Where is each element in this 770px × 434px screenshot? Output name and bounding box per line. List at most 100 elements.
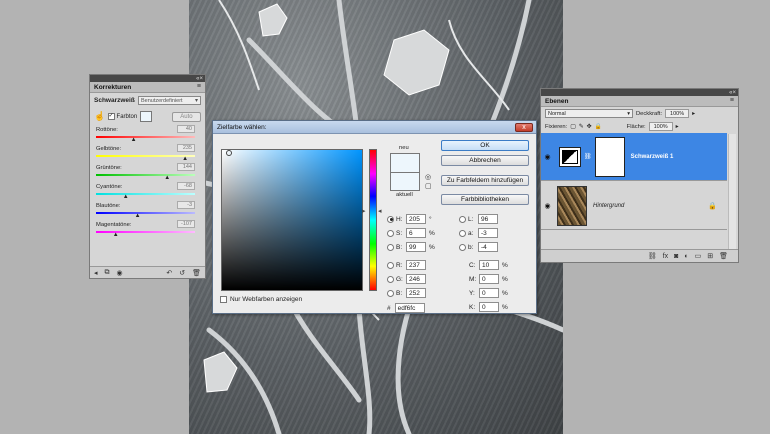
hex-input[interactable]: edf6fc — [394, 303, 425, 313]
blend-mode-select[interactable]: Normal — [545, 109, 633, 118]
color-slider[interactable]: Rottöne: 40 ▲ — [90, 125, 205, 144]
opacity-dropdown-icon[interactable]: ▸ — [692, 110, 695, 117]
lab-b-field[interactable]: b: -4 — [459, 242, 501, 252]
slider-thumb[interactable]: ▲ — [135, 213, 141, 219]
add-to-swatches-button[interactable]: Zu Farbfeldern hinzufügen — [441, 175, 529, 186]
cyan-field[interactable]: C: 10 % — [469, 260, 508, 270]
lab-b-radio[interactable] — [459, 243, 466, 251]
reset-icon[interactable]: ↺ — [179, 269, 185, 277]
magenta-input[interactable]: 0 — [479, 274, 499, 284]
slider-track[interactable] — [96, 174, 195, 176]
trash-icon[interactable]: 🗑 — [719, 252, 728, 260]
cyan-input[interactable]: 10 — [479, 260, 499, 270]
fill-input[interactable]: 100% — [648, 122, 673, 131]
slider-track[interactable] — [96, 193, 195, 195]
slider-value-input[interactable]: 144 — [177, 163, 195, 171]
blue-radio[interactable] — [387, 289, 394, 297]
color-field-marker[interactable] — [226, 150, 232, 156]
slider-track[interactable] — [96, 231, 195, 233]
web-colors-option[interactable]: Nur Webfarben anzeigen — [220, 296, 302, 303]
link-layers-icon[interactable]: ⛓ — [648, 252, 657, 260]
color-slider[interactable]: Grüntöne: 144 ▲ — [90, 163, 205, 182]
color-slider[interactable]: Cyantöne: -68 ▲ — [90, 182, 205, 201]
eye-icon[interactable]: ◉ — [541, 153, 554, 161]
previous-state-icon[interactable]: ↶ — [166, 269, 172, 277]
yellow-input[interactable]: 0 — [479, 288, 499, 298]
hue-input[interactable]: 205 — [406, 214, 426, 224]
slider-value-input[interactable]: -107 — [177, 220, 195, 228]
auto-button[interactable]: Auto — [171, 111, 201, 122]
green-input[interactable]: 246 — [406, 274, 426, 284]
panel-menu-icon[interactable]: ≡ — [730, 97, 734, 104]
red-radio[interactable] — [387, 261, 394, 269]
hue-radio[interactable] — [387, 215, 394, 223]
web-colors-checkbox[interactable] — [220, 296, 227, 303]
green-field[interactable]: G: 246 — [387, 274, 429, 284]
color-slider[interactable]: Gelbtöne: 235 ▲ — [90, 144, 205, 163]
slider-thumb[interactable]: ▲ — [123, 194, 129, 200]
layer-mask-thumbnail[interactable] — [594, 136, 625, 177]
color-slider[interactable]: Magentatöne: -107 ▲ — [90, 220, 205, 239]
hue-slider-right-arrow[interactable]: ◂ — [378, 207, 382, 215]
red-field[interactable]: R: 237 — [387, 260, 429, 270]
lock-move-icon[interactable]: ✥ — [587, 124, 592, 130]
slider-thumb[interactable]: ▲ — [131, 137, 137, 143]
hue-field[interactable]: H: 205 ° — [387, 214, 432, 224]
collapse-icon[interactable]: «× — [729, 90, 736, 96]
slider-thumb[interactable]: ▲ — [113, 232, 119, 238]
layer-row-hintergrund[interactable]: ◉ Hintergrund 🔒 — [541, 182, 727, 230]
saturation-radio[interactable] — [387, 229, 394, 237]
lab-a-field[interactable]: a: -3 — [459, 228, 501, 238]
black-field[interactable]: K: 0 % — [469, 302, 508, 312]
close-button[interactable]: x — [515, 123, 533, 132]
new-layer-icon[interactable]: ⊞ — [707, 252, 713, 260]
panel-grip[interactable]: «× — [90, 75, 205, 82]
lab-l-radio[interactable] — [459, 215, 466, 223]
panel-menu-icon[interactable]: ≡ — [197, 83, 201, 90]
fill-dropdown-icon[interactable]: ▸ — [676, 123, 679, 130]
slider-track[interactable] — [96, 212, 195, 214]
lab-b-input[interactable]: -4 — [478, 242, 498, 252]
slider-track[interactable] — [96, 155, 195, 157]
panel-grip[interactable]: «× — [541, 89, 738, 96]
slider-value-input[interactable]: 40 — [177, 125, 195, 133]
link-icon[interactable]: ⛓ — [584, 153, 592, 160]
trash-icon[interactable]: 🗑 — [192, 269, 201, 277]
slider-value-input[interactable]: 235 — [177, 144, 195, 152]
blue-input[interactable]: 252 — [406, 288, 426, 298]
layer-row-schwarzweiss[interactable]: ◉ ⛓ Schwarzweiß 1 — [541, 133, 727, 181]
lock-brush-icon[interactable]: ✎ — [579, 124, 584, 130]
blue-field[interactable]: B: 252 — [387, 288, 429, 298]
tint-checkbox[interactable]: ✓ — [107, 113, 115, 120]
mask-icon[interactable]: ◙ — [674, 253, 678, 260]
slider-thumb[interactable]: ▲ — [164, 175, 170, 181]
cancel-button[interactable]: Abbrechen — [441, 155, 529, 166]
color-slider[interactable]: Blautöne: -3 ▲ — [90, 201, 205, 220]
saturation-input[interactable]: 6 — [406, 228, 426, 238]
slider-value-input[interactable]: -3 — [177, 201, 195, 209]
slider-thumb[interactable]: ▲ — [182, 156, 188, 162]
color-libraries-button[interactable]: Farbbibliotheken — [441, 194, 529, 205]
panel-tab[interactable]: Korrekturen ≡ — [90, 82, 205, 93]
lock-all-icon[interactable]: 🔒 — [594, 124, 601, 130]
lab-a-input[interactable]: -3 — [478, 228, 498, 238]
current-color-preview[interactable] — [390, 172, 420, 191]
back-icon[interactable]: ◂ — [94, 269, 98, 277]
collapse-icon[interactable]: «× — [196, 76, 203, 82]
yellow-field[interactable]: Y: 0 % — [469, 288, 508, 298]
green-radio[interactable] — [387, 275, 394, 283]
hex-field[interactable]: # edf6fc — [387, 303, 428, 313]
preset-select[interactable]: Benutzerdefiniert — [138, 96, 201, 105]
lab-l-field[interactable]: L: 96 — [459, 214, 501, 224]
saturation-field[interactable]: S: 6 % — [387, 228, 435, 238]
hue-slider[interactable] — [369, 149, 377, 291]
layers-scrollbar[interactable] — [728, 134, 736, 250]
lab-l-input[interactable]: 96 — [478, 214, 498, 224]
visibility-icon[interactable]: ◉ — [117, 269, 123, 277]
slider-track[interactable] — [96, 136, 195, 138]
color-field[interactable] — [221, 149, 363, 291]
brightness-field[interactable]: B: 99 % — [387, 242, 435, 252]
lock-transparency-icon[interactable]: ▢ — [570, 124, 575, 130]
brightness-radio[interactable] — [387, 243, 394, 251]
black-input[interactable]: 0 — [479, 302, 499, 312]
